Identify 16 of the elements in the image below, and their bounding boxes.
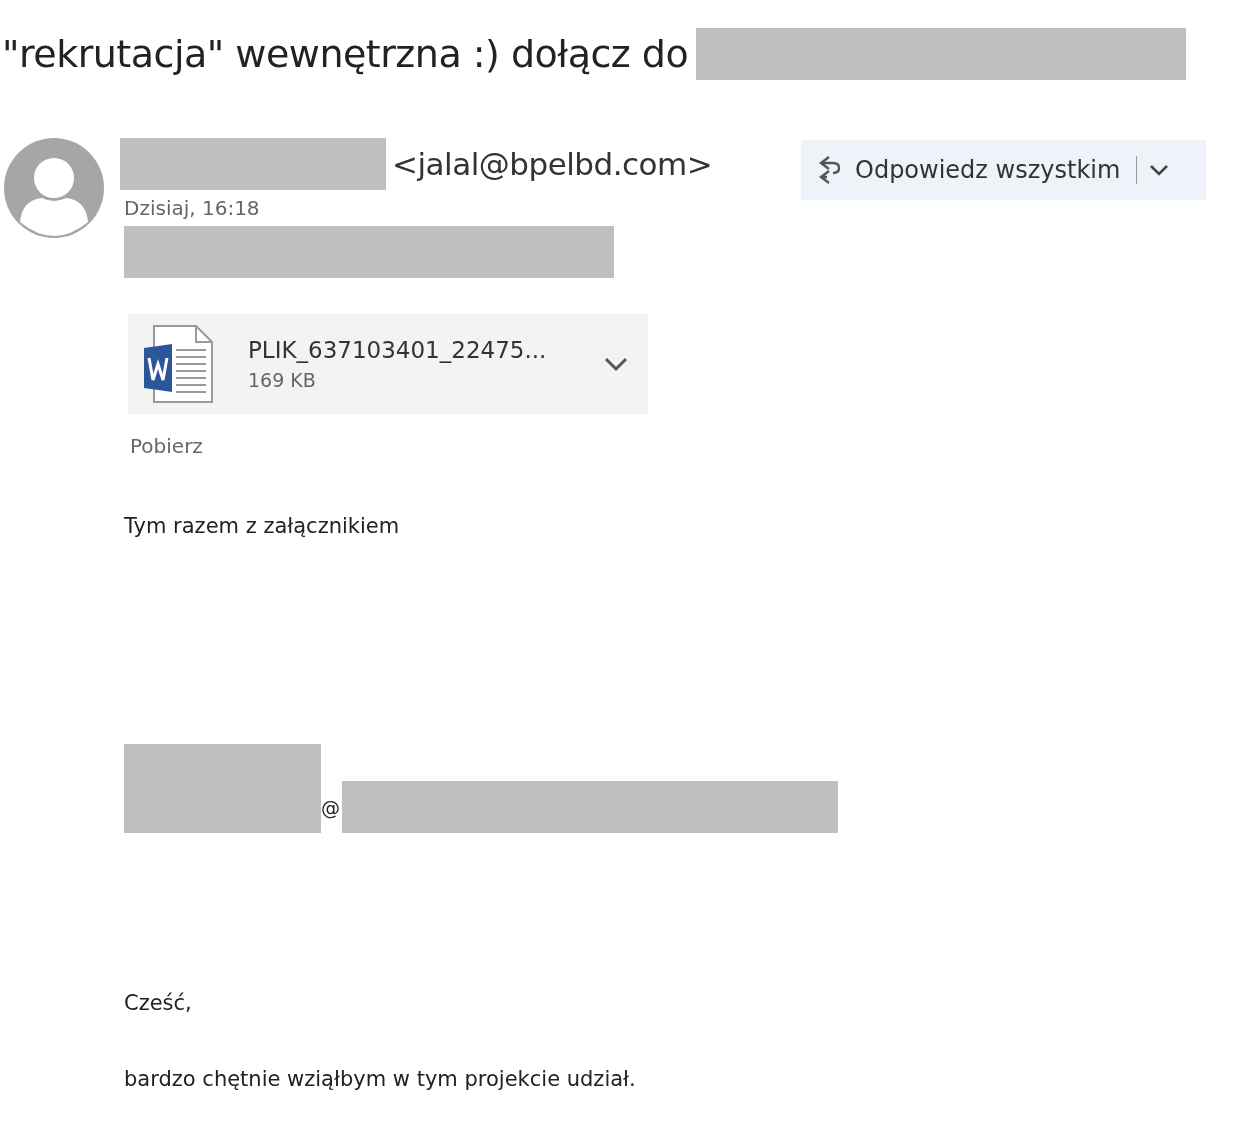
sent-date: Dzisiaj, 16:18: [124, 196, 261, 220]
sender-email: <jalal@bpelbd.com>: [392, 146, 713, 182]
body-text: bardzo chętnie wziąłbym w tym projekcie udział.: [124, 1067, 637, 1091]
greeting-text: Cześć,: [124, 991, 193, 1015]
caret-icon: [1149, 163, 1170, 177]
download-link[interactable]: Pobierz: [130, 434, 1246, 458]
body-text: Tym razem z załącznikiem: [124, 514, 401, 538]
email-subject: "rekrutacja" wewnętrzna :) dołącz do: [2, 32, 689, 76]
attachment-size: 169 KB: [248, 369, 317, 391]
word-document-icon: [142, 324, 214, 404]
caret-icon[interactable]: [604, 356, 628, 372]
attachment-card[interactable]: PLIK_637103401_22475... 169 KB: [128, 314, 648, 414]
at-sign: @: [321, 797, 340, 819]
avatar-icon: [4, 138, 104, 238]
reply-all-button[interactable]: Odpowiedz wszystkim: [801, 140, 1206, 200]
attachment-name: PLIK_637103401_22475...: [248, 337, 548, 363]
